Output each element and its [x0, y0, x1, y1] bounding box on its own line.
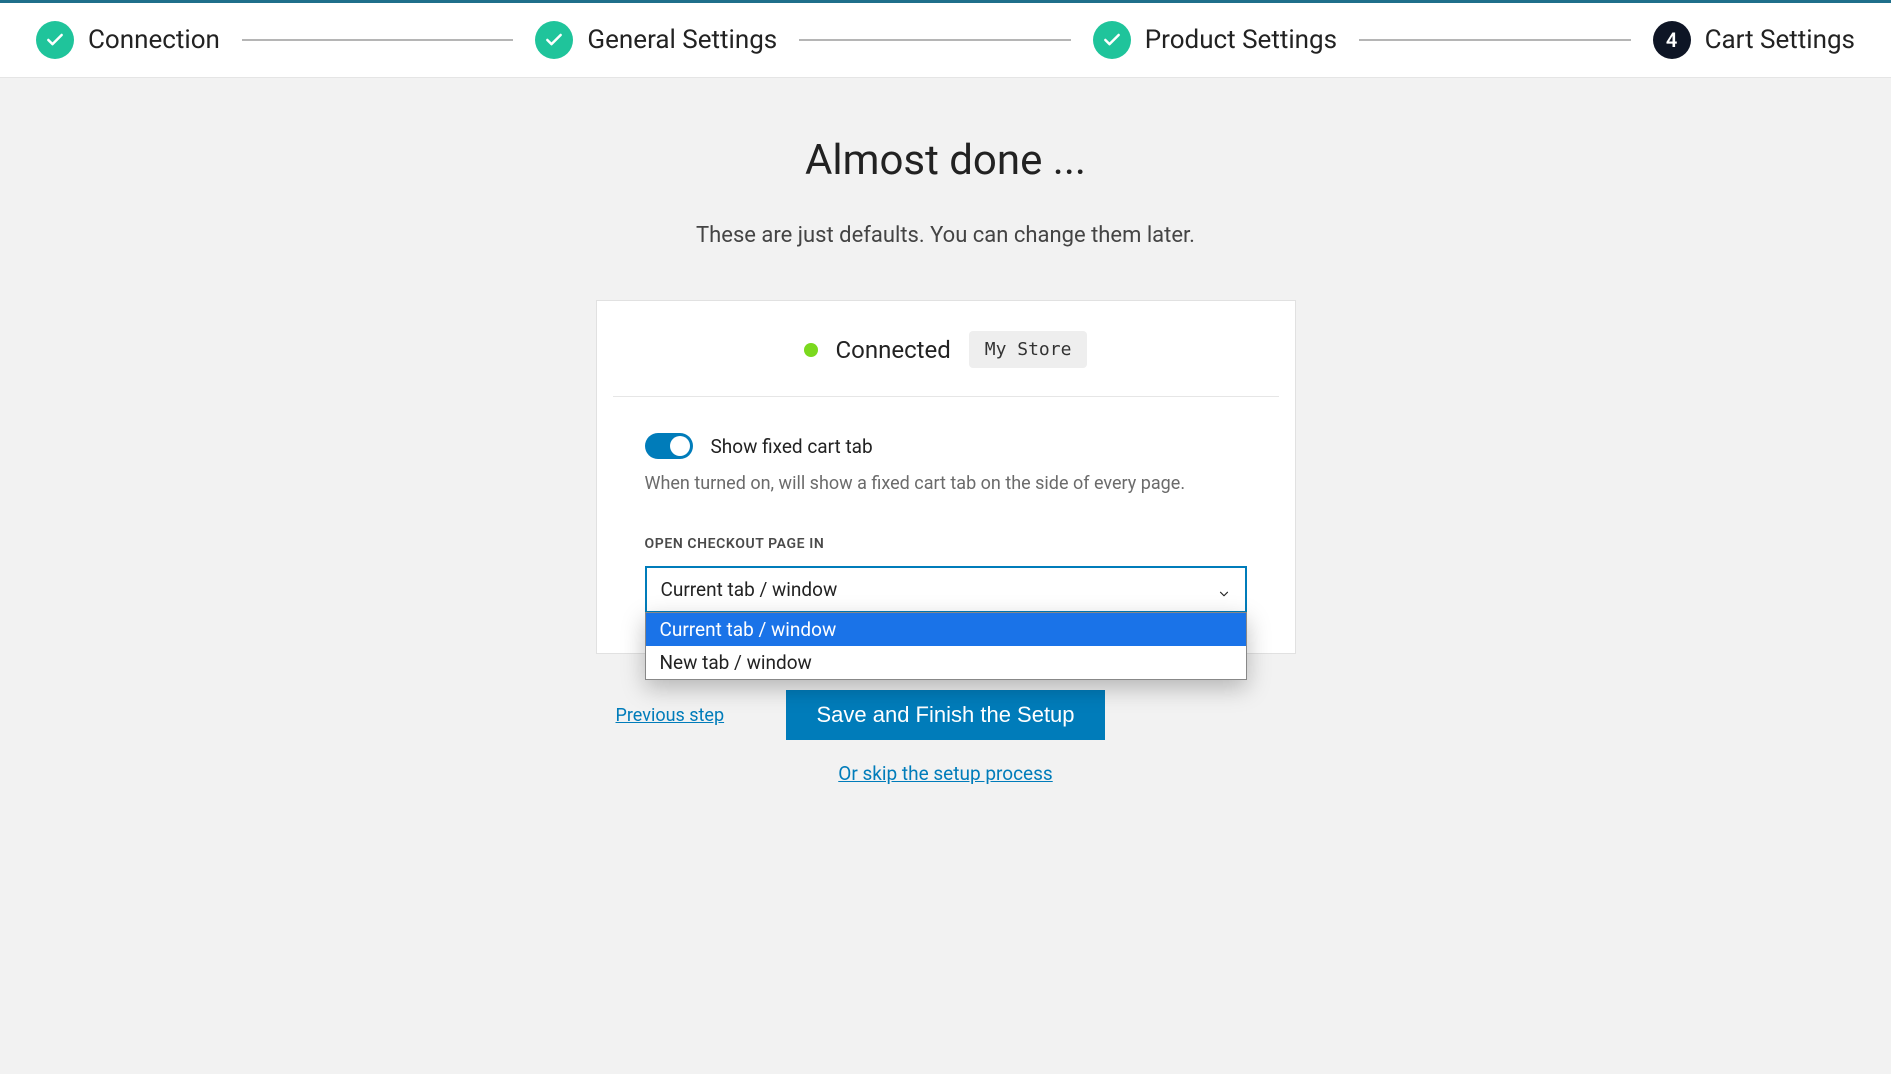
step-general-settings[interactable]: General Settings: [535, 21, 777, 59]
step-cart-settings[interactable]: 4 Cart Settings: [1653, 21, 1855, 59]
step-label: Connection: [88, 25, 220, 55]
skip-setup-link[interactable]: Or skip the setup process: [838, 762, 1052, 785]
main-content: Almost done ... These are just defaults.…: [0, 78, 1891, 845]
step-number: 4: [1666, 28, 1677, 52]
store-name-badge: My Store: [969, 331, 1088, 368]
save-finish-button[interactable]: Save and Finish the Setup: [786, 690, 1104, 740]
check-icon: [535, 21, 573, 59]
checkout-select-label: OPEN CHECKOUT PAGE IN: [645, 536, 1247, 552]
step-label: General Settings: [587, 25, 777, 55]
settings-card: Connected My Store Show fixed cart tab W…: [596, 300, 1296, 654]
check-icon: [1093, 21, 1131, 59]
step-connector: [242, 39, 514, 41]
setup-stepper: Connection General Settings Product Sett…: [0, 0, 1891, 78]
fixed-cart-tab-label: Show fixed cart tab: [711, 435, 873, 458]
status-dot-icon: [804, 343, 818, 357]
checkout-open-in-dropdown: Current tab / window New tab / window: [645, 612, 1247, 680]
page-subtitle: These are just defaults. You can change …: [696, 223, 1195, 248]
chevron-down-icon: [1217, 583, 1231, 597]
step-connector: [1359, 39, 1631, 41]
option-new-tab[interactable]: New tab / window: [646, 646, 1246, 679]
page-title: Almost done ...: [805, 136, 1086, 185]
checkout-open-in-select[interactable]: Current tab / window: [645, 566, 1247, 613]
step-connection[interactable]: Connection: [36, 21, 220, 59]
fixed-cart-tab-description: When turned on, will show a fixed cart t…: [645, 473, 1247, 494]
step-product-settings[interactable]: Product Settings: [1093, 21, 1337, 59]
option-current-tab[interactable]: Current tab / window: [646, 613, 1246, 646]
previous-step-link[interactable]: Previous step: [616, 705, 725, 726]
connection-status-row: Connected My Store: [613, 301, 1279, 397]
step-connector: [799, 39, 1071, 41]
check-icon: [36, 21, 74, 59]
step-number-icon: 4: [1653, 21, 1691, 59]
wizard-actions: Previous step Save and Finish the Setup: [596, 690, 1296, 740]
step-label: Product Settings: [1145, 25, 1337, 55]
fixed-cart-tab-toggle[interactable]: [645, 433, 693, 459]
step-label: Cart Settings: [1705, 25, 1855, 55]
status-label: Connected: [836, 336, 951, 364]
select-value: Current tab / window: [661, 578, 838, 601]
